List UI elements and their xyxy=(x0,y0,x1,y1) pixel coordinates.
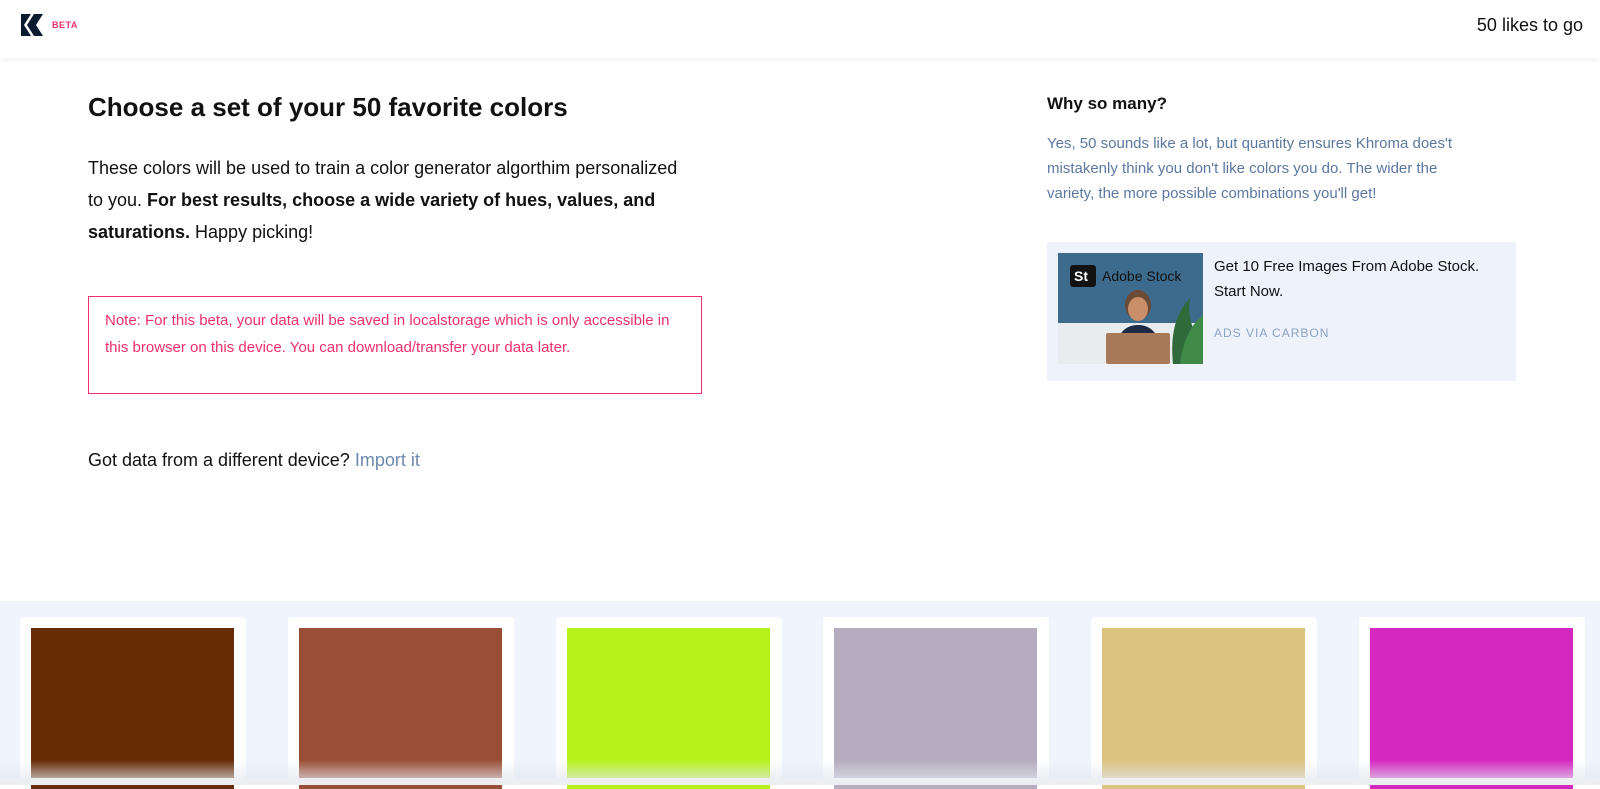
import-prompt: Got data from a different device? Import… xyxy=(88,450,420,471)
khroma-logo-icon[interactable] xyxy=(21,14,43,36)
carbon-ad[interactable]: St Adobe Stock Get 10 Free Images From A… xyxy=(1047,242,1516,381)
adobe-stock-name: Adobe Stock xyxy=(1102,268,1182,284)
intro-closing: Happy picking! xyxy=(190,222,314,242)
ad-text[interactable]: Get 10 Free Images From Adobe Stock. Sta… xyxy=(1214,254,1504,304)
ad-image[interactable]: St Adobe Stock xyxy=(1058,253,1203,364)
import-link[interactable]: Import it xyxy=(355,450,420,470)
color-palette xyxy=(0,601,1600,789)
intro-emphasis: For best results, choose a wide variety … xyxy=(88,190,656,242)
page-title: Choose a set of your 50 favorite colors xyxy=(88,92,568,122)
intro-paragraph: These colors will be used to train a col… xyxy=(88,152,688,248)
ads-via-carbon[interactable]: ADS VIA CARBON xyxy=(1214,326,1329,340)
import-question: Got data from a different device? xyxy=(88,450,350,470)
bottom-strip xyxy=(0,778,1600,785)
likes-to-go-counter: 50 likes to go xyxy=(1476,15,1583,35)
top-bar: BETA 50 likes to go xyxy=(0,0,1600,58)
adobe-stock-mark: St xyxy=(1074,268,1088,284)
why-so-many-heading: Why so many? xyxy=(1047,94,1167,113)
why-so-many-text: Yes, 50 sounds like a lot, but quantity … xyxy=(1047,135,1453,202)
beta-storage-note: Note: For this beta, your data will be s… xyxy=(88,296,702,394)
beta-badge: BETA xyxy=(52,20,78,30)
